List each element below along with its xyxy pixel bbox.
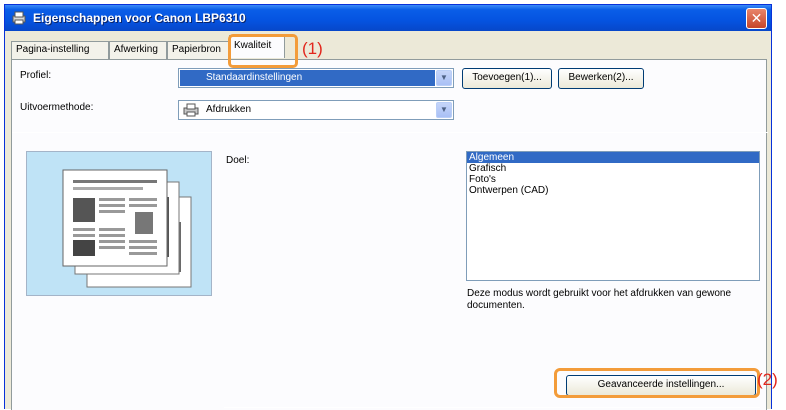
list-item[interactable]: Ontwerpen (CAD)	[467, 185, 759, 196]
target-description: Deze modus wordt gebruikt voor het afdru…	[467, 288, 732, 311]
tab-label: Pagina-instelling	[16, 44, 90, 55]
list-item[interactable]: Algemeen	[467, 152, 759, 163]
quality-tab-panel: Profiel: Standaardinstellingen ▼ Toevoeg…	[11, 59, 768, 410]
tab-label: Afwerking	[114, 44, 158, 55]
callout-tab: (1)	[302, 39, 323, 58]
separator	[12, 132, 768, 133]
document-preview-icon	[62, 169, 192, 288]
tab-pagina-instelling[interactable]: Pagina-instelling	[11, 41, 109, 59]
advanced-highlight-box	[554, 368, 760, 398]
printer-properties-icon	[12, 11, 26, 25]
close-button[interactable]: ✕	[746, 8, 767, 29]
chevron-down-icon[interactable]: ▼	[436, 102, 452, 118]
tab-label: Papierbron	[172, 44, 221, 55]
target-listbox[interactable]: Algemeen Grafisch Foto's Ontwerpen (CAD)	[466, 151, 760, 281]
output-method-value: Afdrukken	[206, 104, 252, 115]
profile-select[interactable]: Standaardinstellingen ▼	[178, 68, 454, 88]
properties-dialog: Eigenschappen voor Canon LBP6310 ✕ Pagin…	[4, 4, 772, 410]
chevron-down-icon[interactable]: ▼	[436, 70, 452, 86]
callout-advanced: (2)	[757, 370, 778, 389]
tab-highlight-box	[228, 34, 298, 68]
title-bar[interactable]: Eigenschappen voor Canon LBP6310 ✕	[5, 5, 771, 31]
list-item[interactable]: Foto's	[467, 174, 759, 185]
target-label: Doel:	[226, 155, 250, 166]
tab-afwerking[interactable]: Afwerking	[109, 41, 167, 59]
profile-label: Profiel:	[20, 70, 52, 81]
output-method-select[interactable]: Afdrukken ▼	[178, 100, 454, 120]
add-profile-button[interactable]: Toevoegen(1)...	[462, 68, 552, 89]
edit-profile-button[interactable]: Bewerken(2)...	[558, 68, 644, 89]
tab-papierbron[interactable]: Papierbron	[167, 41, 229, 59]
window-title: Eigenschappen voor Canon LBP6310	[33, 11, 246, 25]
profile-value: Standaardinstellingen	[180, 70, 435, 86]
close-icon: ✕	[750, 10, 763, 26]
list-item[interactable]: Grafisch	[467, 163, 759, 174]
document-preview	[26, 151, 212, 296]
bottom-separator	[224, 407, 760, 408]
output-method-label: Uitvoermethode:	[20, 102, 94, 113]
